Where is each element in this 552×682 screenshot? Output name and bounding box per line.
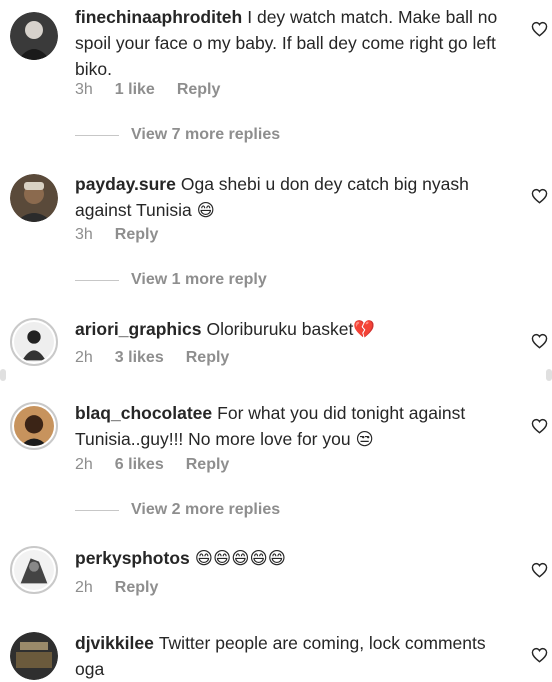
comment-likes[interactable]: 6 likes [115,456,164,474]
edge-indicator [546,369,552,381]
comment-username[interactable]: perkysphotos [75,548,190,568]
reply-button[interactable]: Reply [186,349,230,367]
heart-icon[interactable] [531,562,548,578]
comment-time: 3h [75,226,93,243]
comment-username[interactable]: blaq_chocolatee [75,403,212,423]
view-more-replies[interactable]: View 2 more replies [75,501,280,519]
view-more-replies[interactable]: View 1 more reply [75,271,267,289]
heart-icon[interactable] [531,333,548,349]
view-more-replies[interactable]: View 7 more replies [75,126,280,144]
heart-icon[interactable] [531,188,548,204]
divider-line [75,134,119,136]
comment-meta: 2h 3 likes Reply [75,349,251,367]
comment-time: 2h [75,349,93,366]
comment-meta: 2h Reply [75,579,180,597]
avatar[interactable] [10,12,58,60]
comment-meta: 2h 6 likes Reply [75,456,251,474]
comment-text: blaq_chocolatee For what you did tonight … [75,400,505,452]
heart-icon[interactable] [531,418,548,434]
reply-button[interactable]: Reply [177,81,221,99]
comment-meta: 3h Reply [75,226,180,244]
edge-indicator [0,369,6,381]
comment-likes[interactable]: 1 like [115,81,155,99]
reply-button[interactable]: Reply [115,226,159,244]
avatar[interactable] [10,546,58,594]
comment-time: 2h [75,579,93,596]
avatar[interactable] [10,318,58,366]
reply-button[interactable]: Reply [186,456,230,474]
view-more-label[interactable]: View 7 more replies [131,126,280,144]
divider-line [75,509,119,511]
comment-text: ariori_graphics Oloriburuku basket💔 [75,316,505,342]
avatar[interactable] [10,402,58,450]
comment-username[interactable]: payday.sure [75,174,176,194]
comment-text: finechinaaphroditeh I dey watch match. Ma… [75,4,505,82]
comment-time: 3h [75,81,93,98]
comment-username[interactable]: djvikkilee [75,633,154,653]
heart-icon[interactable] [531,647,548,663]
divider-line [75,279,119,281]
avatar[interactable] [10,174,58,222]
comment-username[interactable]: finechinaaphroditeh [75,7,242,27]
comment-body: 😄😄😄😄😄 [194,548,286,568]
heart-icon[interactable] [531,21,548,37]
comment-text: payday.sure Oga shebi u don dey catch big… [75,171,505,223]
reply-button[interactable]: Reply [115,579,159,597]
view-more-label[interactable]: View 2 more replies [131,501,280,519]
comment-username[interactable]: ariori_graphics [75,319,201,339]
avatar[interactable] [10,632,58,680]
comment-meta: 3h 1 like Reply [75,81,242,99]
view-more-label[interactable]: View 1 more reply [131,271,267,289]
comment-likes[interactable]: 3 likes [115,349,164,367]
comment-text: djvikkilee Twitter people are coming, loc… [75,630,505,682]
comment-text: perkysphotos 😄😄😄😄😄 [75,545,505,571]
comment-body: Oloriburuku basket💔 [206,319,376,339]
comment-time: 2h [75,456,93,473]
